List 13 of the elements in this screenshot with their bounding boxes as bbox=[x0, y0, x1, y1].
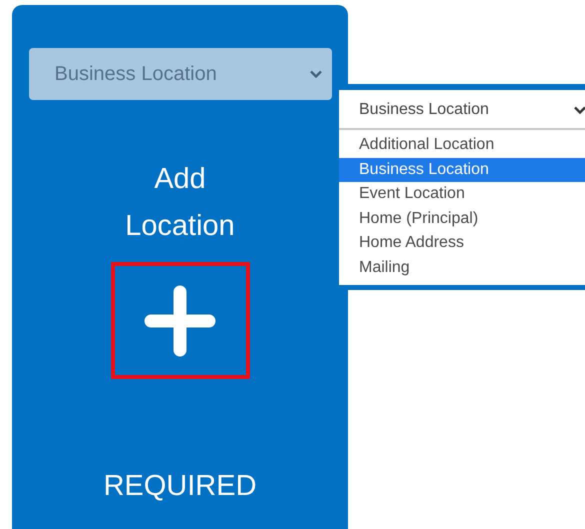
add-location-button[interactable] bbox=[110, 262, 250, 379]
card-title: Add Location bbox=[124, 162, 236, 244]
dropdown-option[interactable]: Additional Location bbox=[339, 133, 585, 158]
plus-icon bbox=[143, 284, 217, 358]
chevron-down-icon bbox=[310, 70, 322, 78]
dropdown-option[interactable]: Home Address bbox=[339, 231, 585, 256]
required-label: REQUIRED bbox=[103, 470, 257, 503]
dropdown-option[interactable]: Mailing bbox=[339, 256, 585, 280]
location-type-select[interactable]: Business Location bbox=[339, 92, 585, 130]
chevron-down-icon bbox=[574, 106, 585, 114]
dropdown-option[interactable]: Home (Principal) bbox=[339, 206, 585, 231]
dropdown-option[interactable]: Business Location bbox=[339, 158, 585, 182]
dropdown-option[interactable]: Event Location bbox=[339, 182, 585, 206]
